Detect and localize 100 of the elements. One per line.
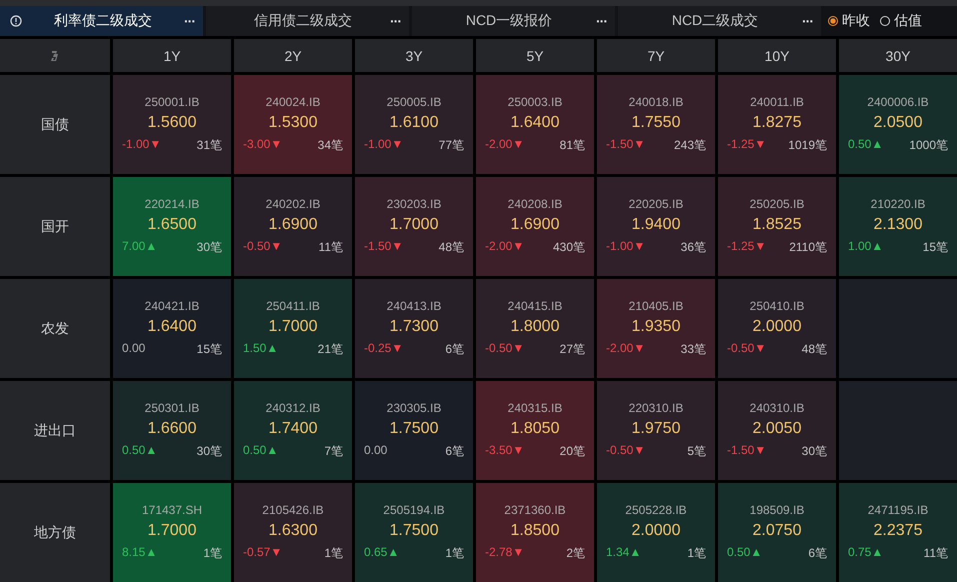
bond-code: 220205.IB <box>628 197 684 211</box>
quote-cell[interactable]: 250410.IB 2.0000 -0.50▼ 48笔 <box>718 279 836 378</box>
quote-cell[interactable]: 230203.IB 1.7000 -1.50▼ 48笔 <box>355 177 473 276</box>
trade-count: 11笔 <box>318 239 343 256</box>
column-header: 2Y <box>234 39 352 72</box>
bond-code: 2105426.IB <box>262 503 324 517</box>
bond-code: 250411.IB <box>266 299 320 313</box>
quote-cell[interactable]: 240421.IB 1.6400 0.00 15笔 <box>113 279 231 378</box>
quote-cell[interactable]: 240024.IB 1.5300 -3.00▼ 34笔 <box>234 75 352 174</box>
radio-icon[interactable] <box>880 16 890 26</box>
tab[interactable]: NCD二级成交 ··· <box>618 6 821 36</box>
bond-code: 2471195.IB <box>868 503 928 517</box>
quote-cell[interactable]: 2105426.IB 1.6300 -0.57▼ 1笔 <box>234 483 352 582</box>
quote-cell[interactable]: 240415.IB 1.8000 -0.50▼ 27笔 <box>476 279 594 378</box>
quote-cell[interactable]: 198509.IB 2.0750 0.50▲ 6笔 <box>718 483 836 582</box>
quote-cell[interactable]: 240413.IB 1.7300 -0.25▼ 6笔 <box>355 279 473 378</box>
tab-label[interactable]: NCD二级成交 <box>628 12 802 30</box>
trade-count: 48笔 <box>438 239 464 256</box>
quote-cell[interactable]: 240208.IB 1.6900 -2.00▼ 430笔 <box>476 177 594 276</box>
trade-count: 33笔 <box>680 341 706 358</box>
yield-value: 1.6300 <box>268 522 318 540</box>
column-header: 7Y <box>597 39 715 72</box>
quote-cell[interactable]: 220310.IB 1.9750 -0.50▼ 5笔 <box>597 381 715 480</box>
yield-change: -1.25▼ <box>727 137 766 153</box>
trade-count: 34笔 <box>318 137 343 154</box>
tab[interactable]: NCD一级报价 ··· <box>412 6 615 36</box>
trade-count: 430笔 <box>552 239 585 256</box>
quote-cell[interactable]: 210220.IB 2.1300 1.00▲ 15笔 <box>839 177 957 276</box>
trade-count: 20笔 <box>560 443 585 460</box>
trade-count: 1019笔 <box>788 137 827 154</box>
quote-cell[interactable]: 2371360.IB 1.8500 -2.78▼ 2笔 <box>476 483 594 582</box>
yield-value: 2.0050 <box>752 420 802 438</box>
quote-cell[interactable]: 2471195.IB 2.2375 0.75▲ 11笔 <box>839 483 957 582</box>
quote-cell[interactable]: 240310.IB 2.0050 -1.50▼ 30笔 <box>718 381 836 480</box>
yield-change: 1.50▲ <box>243 341 278 357</box>
radio-icon[interactable] <box>828 16 838 26</box>
quote-cell[interactable]: 2505194.IB 1.7500 0.65▲ 1笔 <box>355 483 473 582</box>
bond-code: 220214.IB <box>144 197 200 211</box>
bond-code: 240315.IB <box>508 401 562 415</box>
quote-cell[interactable]: 230305.IB 1.7500 0.00 6笔 <box>355 381 473 480</box>
bond-code: 240415.IB <box>508 299 562 313</box>
bond-code: 2505194.IB <box>383 503 445 517</box>
yield-value: 1.9750 <box>632 420 680 438</box>
quote-cell[interactable]: 2505228.IB 2.0000 1.34▲ 1笔 <box>597 483 715 582</box>
trade-count: 27笔 <box>560 341 585 358</box>
tab-label[interactable]: 利率债二级成交 <box>22 12 184 30</box>
bond-code: 240310.IB <box>750 401 804 415</box>
row-header: 地方债 <box>0 483 110 582</box>
yield-change: -0.50▼ <box>727 341 766 357</box>
tab-label[interactable]: NCD一级报价 <box>422 12 596 30</box>
row-header: 农发 <box>0 279 110 378</box>
quote-cell[interactable]: 240312.IB 1.7400 0.50▲ 7笔 <box>234 381 352 480</box>
quote-cell[interactable]: 250003.IB 1.6400 -2.00▼ 81笔 <box>476 75 594 174</box>
tab-label[interactable]: 信用债二级成交 <box>216 12 390 30</box>
quote-cell[interactable]: 240315.IB 1.8050 -3.50▼ 20笔 <box>476 381 594 480</box>
quote-cell[interactable]: 240018.IB 1.7550 -1.50▼ 243笔 <box>597 75 715 174</box>
yield-value: 1.8050 <box>510 420 560 438</box>
quote-cell[interactable]: 171437.SH 1.7000 8.15▲ 1笔 <box>113 483 231 582</box>
quote-cell[interactable]: 250411.IB 1.7000 1.50▲ 21笔 <box>234 279 352 378</box>
radio-option[interactable]: 昨收 <box>828 12 870 30</box>
trade-count: 21笔 <box>318 341 343 358</box>
bond-code: 198509.IB <box>750 503 804 517</box>
quote-cell[interactable]: 250005.IB 1.6100 -1.00▼ 77笔 <box>355 75 473 174</box>
bond-code: 230305.IB <box>386 401 442 415</box>
quote-cell[interactable]: 2400006.IB 2.0500 0.50▲ 1000笔 <box>839 75 957 174</box>
yield-value: 2.0000 <box>752 318 802 336</box>
yield-value: 2.1300 <box>874 216 922 234</box>
yield-value: 1.8275 <box>752 114 802 132</box>
yield-value: 1.7550 <box>632 114 680 132</box>
more-button[interactable]: ··· <box>390 13 401 29</box>
yield-value: 1.8525 <box>752 216 802 234</box>
tab[interactable]: 信用债二级成交 ··· <box>206 6 409 36</box>
quote-cell[interactable]: 240202.IB 1.6900 -0.50▼ 11笔 <box>234 177 352 276</box>
more-button[interactable]: ··· <box>184 13 195 29</box>
trade-count: 1笔 <box>324 545 343 562</box>
radio-option[interactable]: 估值 <box>880 12 922 30</box>
trade-count: 243笔 <box>674 137 706 154</box>
yield-change: 1.34▲ <box>606 545 642 561</box>
trade-count: 31笔 <box>196 137 222 154</box>
bond-code: 240011.IB <box>750 95 804 109</box>
quote-cell[interactable]: 250205.IB 1.8525 -1.25▼ 2110笔 <box>718 177 836 276</box>
more-button[interactable]: ··· <box>596 13 607 29</box>
quote-cell[interactable]: 220214.IB 1.6500 7.00▲ 30笔 <box>113 177 231 276</box>
yield-value: 1.8500 <box>510 522 560 540</box>
bond-code: 240024.IB <box>266 95 320 109</box>
quote-cell[interactable]: 220205.IB 1.9400 -1.00▼ 36笔 <box>597 177 715 276</box>
quote-cell[interactable]: 250301.IB 1.6600 0.50▲ 30笔 <box>113 381 231 480</box>
more-button[interactable]: ··· <box>802 13 813 29</box>
bond-code: 2505228.IB <box>625 503 687 517</box>
yield-change: 0.50▲ <box>727 545 762 561</box>
trade-count: 7笔 <box>324 443 343 460</box>
quote-cell[interactable]: 210405.IB 1.9350 -2.00▼ 33笔 <box>597 279 715 378</box>
column-header: 3Y <box>355 39 473 72</box>
yield-value: 1.6600 <box>148 420 196 438</box>
column-header: 30Y <box>839 39 957 72</box>
bond-code: 240018.IB <box>628 95 684 109</box>
row-header: 进出口 <box>0 381 110 480</box>
quote-cell[interactable]: 240011.IB 1.8275 -1.25▼ 1019笔 <box>718 75 836 174</box>
tab[interactable]: 利率债二级成交 ··· <box>0 6 203 36</box>
quote-cell[interactable]: 250001.IB 1.5600 -1.00▼ 31笔 <box>113 75 231 174</box>
